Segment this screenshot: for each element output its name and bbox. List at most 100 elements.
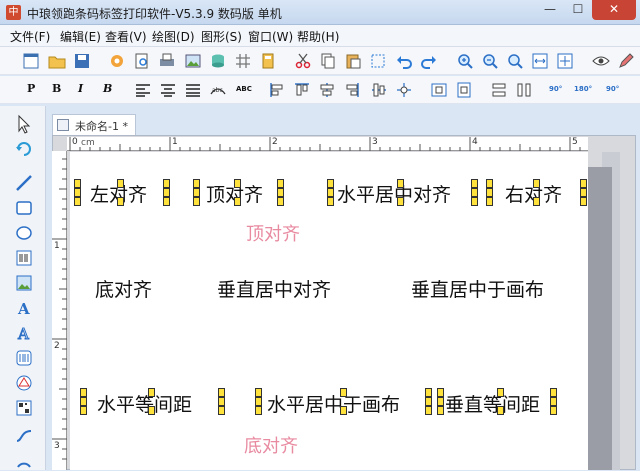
redo-icon[interactable] xyxy=(420,52,438,70)
qrcode-tool-icon[interactable] xyxy=(14,398,34,418)
resize-handle[interactable] xyxy=(327,197,334,206)
align-objects-hcenter-icon[interactable] xyxy=(318,81,336,99)
rotate-tool-icon[interactable] xyxy=(14,139,34,159)
artistic-text-icon[interactable]: A xyxy=(14,323,34,344)
text-vertical-center[interactable]: 垂直居中对齐 xyxy=(217,275,331,302)
menu-draw[interactable]: 绘图(D) xyxy=(152,28,195,45)
resize-handle[interactable] xyxy=(580,188,587,197)
center-horizontal-canvas-icon[interactable] xyxy=(430,81,448,99)
resize-handle[interactable] xyxy=(74,197,81,206)
cut-icon[interactable] xyxy=(294,52,312,70)
resize-handle[interactable] xyxy=(486,197,493,206)
resize-handle[interactable] xyxy=(163,188,170,197)
picture-tool-icon[interactable] xyxy=(14,273,34,293)
triangle-tool-icon[interactable] xyxy=(14,373,34,393)
align-center-icon[interactable] xyxy=(159,81,177,99)
resize-handle[interactable] xyxy=(497,406,504,415)
line-tool-icon[interactable] xyxy=(14,173,34,193)
text-horizontal-spacing[interactable]: 水平等间距 xyxy=(97,390,192,417)
text-vertical-center-canvas[interactable]: 垂直居中于画布 xyxy=(411,275,544,302)
menu-file[interactable]: 文件(F) xyxy=(10,28,50,45)
text-tool-icon[interactable]: A xyxy=(14,298,34,318)
resize-handle[interactable] xyxy=(218,397,225,406)
resize-handle[interactable] xyxy=(471,179,478,188)
maximize-button[interactable]: ☐ xyxy=(564,0,592,20)
resize-handle[interactable] xyxy=(80,406,87,415)
center-vertical-canvas-icon[interactable] xyxy=(455,81,473,99)
curve-tool-icon[interactable] xyxy=(14,426,34,446)
preview-eye-icon[interactable] xyxy=(592,52,610,70)
zoom-out-icon[interactable] xyxy=(481,52,499,70)
resize-handle[interactable] xyxy=(580,197,587,206)
resize-handle[interactable] xyxy=(486,179,493,188)
resize-handle[interactable] xyxy=(255,397,262,406)
resize-handle[interactable] xyxy=(397,179,404,188)
image-icon[interactable] xyxy=(184,52,202,70)
paste-icon[interactable] xyxy=(344,52,362,70)
minimize-button[interactable]: — xyxy=(536,0,564,20)
resize-handle[interactable] xyxy=(327,179,334,188)
align-objects-vcenter-icon[interactable] xyxy=(370,81,388,99)
resize-handle[interactable] xyxy=(327,188,334,197)
resize-handle[interactable] xyxy=(533,179,540,188)
ellipse-tool-icon[interactable] xyxy=(14,223,34,243)
align-objects-right-icon[interactable] xyxy=(343,81,361,99)
resize-handle[interactable] xyxy=(218,388,225,397)
resize-handle[interactable] xyxy=(80,397,87,406)
resize-handle[interactable] xyxy=(117,197,124,206)
text-vertical-spacing[interactable]: 垂直等间距 xyxy=(445,390,540,417)
resize-handle[interactable] xyxy=(193,197,200,206)
bold-button[interactable]: B xyxy=(52,82,61,95)
database-icon[interactable] xyxy=(209,52,227,70)
resize-handle[interactable] xyxy=(148,388,155,397)
resize-handle[interactable] xyxy=(234,179,241,188)
align-justify-icon[interactable] xyxy=(184,81,202,99)
resize-handle[interactable] xyxy=(397,197,404,206)
text-horizontal-center[interactable]: 水平居中对齐 xyxy=(337,180,451,207)
save-icon[interactable] xyxy=(73,52,91,70)
zoom-in-icon[interactable] xyxy=(456,52,474,70)
resize-handle[interactable] xyxy=(486,188,493,197)
resize-handle[interactable] xyxy=(277,179,284,188)
uppercase-button[interactable]: ABC xyxy=(236,85,252,93)
settings-gear-icon[interactable] xyxy=(108,52,126,70)
resize-handle[interactable] xyxy=(277,188,284,197)
fit-width-icon[interactable] xyxy=(531,52,549,70)
same-width-icon[interactable] xyxy=(490,81,508,99)
menu-edit[interactable]: 编辑(E) xyxy=(60,28,101,45)
resize-handle[interactable] xyxy=(148,406,155,415)
resize-handle[interactable] xyxy=(533,197,540,206)
text-bottom-align[interactable]: 底对齐 xyxy=(95,275,152,302)
same-height-icon[interactable] xyxy=(515,81,533,99)
open-folder-icon[interactable] xyxy=(48,52,66,70)
resize-handle[interactable] xyxy=(218,406,225,415)
barcode-tool-icon[interactable] xyxy=(14,248,34,268)
new-document-icon[interactable] xyxy=(22,52,40,70)
resize-handle[interactable] xyxy=(471,188,478,197)
close-button[interactable]: ✕ xyxy=(592,0,636,20)
arc-tool-icon[interactable] xyxy=(14,451,34,471)
print-preview-icon[interactable] xyxy=(133,52,151,70)
resize-handle[interactable] xyxy=(497,388,504,397)
menu-window[interactable]: 窗口(W) xyxy=(248,28,293,45)
align-objects-left-icon[interactable] xyxy=(268,81,286,99)
resize-handle[interactable] xyxy=(425,388,432,397)
text-curve-icon[interactable]: abc xyxy=(209,81,227,99)
document-tab[interactable]: 未命名-1 * xyxy=(52,114,136,135)
resize-handle[interactable] xyxy=(163,179,170,188)
resize-handle[interactable] xyxy=(550,397,557,406)
resize-handle[interactable] xyxy=(550,388,557,397)
copy-icon[interactable] xyxy=(319,52,337,70)
resize-handle[interactable] xyxy=(580,179,587,188)
linear-barcode-icon[interactable] xyxy=(14,348,34,368)
italic-button[interactable]: I xyxy=(78,82,83,95)
align-left-icon[interactable] xyxy=(134,81,152,99)
grid-icon[interactable] xyxy=(234,52,252,70)
resize-handle[interactable] xyxy=(471,197,478,206)
resize-handle[interactable] xyxy=(340,406,347,415)
bold-italic-button[interactable]: B xyxy=(103,82,112,95)
menu-shape[interactable]: 图形(S) xyxy=(201,28,242,45)
menu-help[interactable]: 帮助(H) xyxy=(297,28,339,45)
zoom-actual-icon[interactable] xyxy=(506,52,524,70)
undo-icon[interactable] xyxy=(395,52,413,70)
